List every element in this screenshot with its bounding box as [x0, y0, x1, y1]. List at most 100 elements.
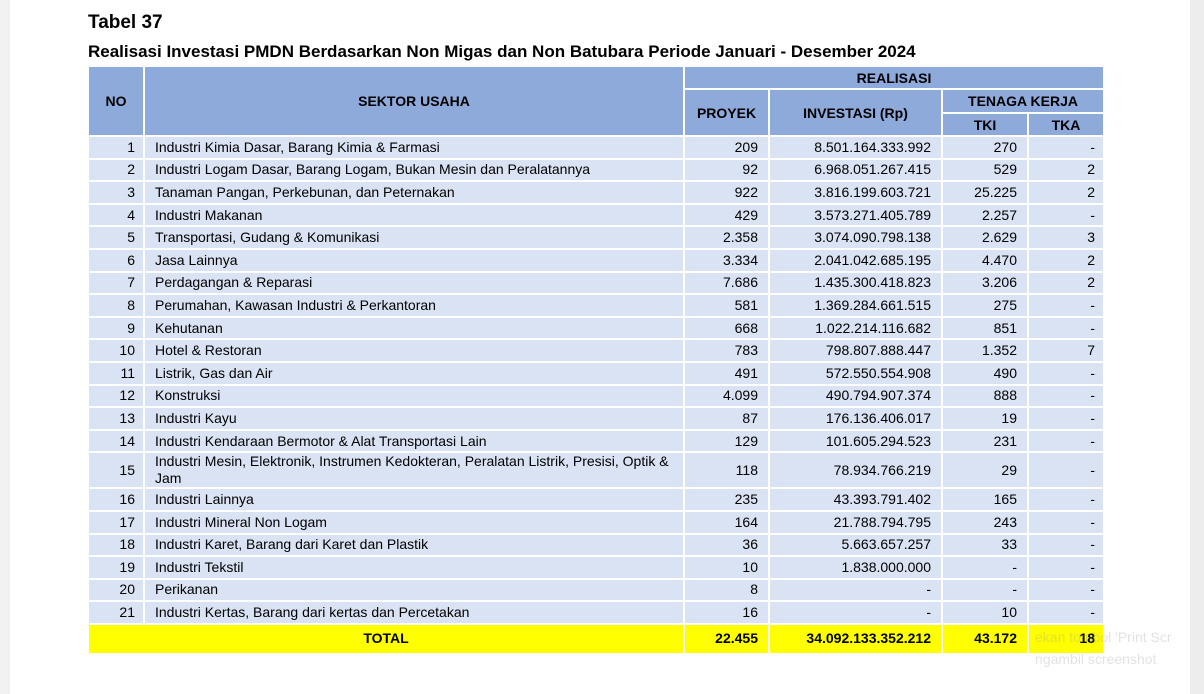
row-no: 9 — [87, 315, 145, 341]
row-tka: - — [1027, 600, 1105, 625]
row-tki: 275 — [941, 293, 1029, 318]
row-tki: 490 — [941, 360, 1029, 386]
row-sektor: Industri Kertas, Barang dari kertas dan … — [143, 600, 685, 625]
row-tka: 3 — [1027, 225, 1105, 250]
row-investasi: 21.788.794.795 — [768, 509, 943, 535]
table-row: 15 Industri Mesin, Elektronik, Instrumen … — [87, 451, 1105, 490]
row-investasi: 1.369.284.661.515 — [768, 293, 943, 318]
row-investasi: 43.393.791.402 — [768, 487, 943, 512]
row-no: 5 — [87, 225, 145, 250]
table-row: 2 Industri Logam Dasar, Barang Logam, Buk… — [87, 157, 1105, 183]
row-sektor: Industri Tekstil — [143, 555, 685, 580]
table-row: 16 Industri Lainnya 235 43.393.791.402 165- — [87, 487, 1105, 512]
table-body: 1 Industri Kimia Dasar, Barang Kimia & Fa… — [87, 135, 1105, 625]
table-number: Tabel 37 — [88, 12, 163, 33]
table-row: 3 Tanaman Pangan, Perkebunan, dan Peterna… — [87, 180, 1105, 205]
total-label: TOTAL — [87, 622, 685, 655]
row-tka: - — [1027, 509, 1105, 535]
row-sektor: Industri Logam Dasar, Barang Logam, Buka… — [143, 157, 685, 183]
header-no: NO — [87, 65, 145, 137]
row-investasi: 176.136.406.017 — [768, 406, 943, 431]
row-proyek: 36 — [683, 532, 770, 558]
row-proyek: 129 — [683, 428, 770, 454]
row-sektor: Perumahan, Kawasan Industri & Perkantora… — [143, 293, 685, 318]
row-no: 2 — [87, 157, 145, 183]
table-row: 4 Industri Makanan 429 3.573.271.405.789 2.2… — [87, 202, 1105, 228]
row-proyek: 429 — [683, 202, 770, 228]
row-no: 4 — [87, 202, 145, 228]
row-tki: 10 — [941, 600, 1029, 625]
watermark-line: ekan tombol 'Print Scr — [1035, 629, 1172, 645]
row-tka: - — [1027, 406, 1105, 431]
row-no: 19 — [87, 555, 145, 580]
row-tki: 1.352 — [941, 338, 1029, 363]
table-row: 9 Kehutanan 668 1.022.214.116.682 851- — [87, 315, 1105, 341]
row-proyek: 581 — [683, 293, 770, 318]
row-tki: 25.225 — [941, 180, 1029, 205]
row-tka: - — [1027, 428, 1105, 454]
row-tka: - — [1027, 202, 1105, 228]
row-sektor: Industri Mesin, Elektronik, Instrumen Ke… — [143, 451, 685, 490]
row-no: 15 — [87, 451, 145, 490]
total-row: TOTAL 22.455 34.092.133.352.212 43.172 1… — [87, 622, 1105, 655]
row-tki: 529 — [941, 157, 1029, 183]
table-row: 1 Industri Kimia Dasar, Barang Kimia & Fa… — [87, 135, 1105, 160]
row-sektor: Industri Lainnya — [143, 487, 685, 512]
row-tka: - — [1027, 360, 1105, 386]
row-proyek: 3.334 — [683, 247, 770, 273]
row-investasi: - — [768, 577, 943, 603]
table-row: 6 Jasa Lainnya 3.334 2.041.042.685.195 4.470… — [87, 247, 1105, 273]
row-proyek: 7.686 — [683, 270, 770, 296]
row-sektor: Industri Mineral Non Logam — [143, 509, 685, 535]
row-tki: 2.257 — [941, 202, 1029, 228]
row-no: 7 — [87, 270, 145, 296]
row-no: 20 — [87, 577, 145, 603]
row-tka: - — [1027, 293, 1105, 318]
row-sektor: Perikanan — [143, 577, 685, 603]
row-no: 6 — [87, 247, 145, 273]
row-no: 10 — [87, 338, 145, 363]
row-investasi: 572.550.554.908 — [768, 360, 943, 386]
row-proyek: 4.099 — [683, 383, 770, 409]
row-proyek: 16 — [683, 600, 770, 625]
total-investasi: 34.092.133.352.212 — [768, 622, 943, 655]
table-row: 7 Perdagangan & Reparasi 7.686 1.435.300.41… — [87, 270, 1105, 296]
row-investasi: 3.074.090.798.138 — [768, 225, 943, 250]
row-tki: 33 — [941, 532, 1029, 558]
row-proyek: 164 — [683, 509, 770, 535]
row-investasi: 1.435.300.418.823 — [768, 270, 943, 296]
row-investasi: 78.934.766.219 — [768, 451, 943, 490]
row-proyek: 8 — [683, 577, 770, 603]
row-investasi: 1.022.214.116.682 — [768, 315, 943, 341]
table-row: 14 Industri Kendaraan Bermotor & Alat Tra… — [87, 428, 1105, 454]
row-investasi: 3.816.199.603.721 — [768, 180, 943, 205]
row-sektor: Industri Kayu — [143, 406, 685, 431]
row-tka: - — [1027, 135, 1105, 160]
row-no: 3 — [87, 180, 145, 205]
row-sektor: Listrik, Gas dan Air — [143, 360, 685, 386]
row-tki: 2.629 — [941, 225, 1029, 250]
row-tki: 851 — [941, 315, 1029, 341]
row-proyek: 922 — [683, 180, 770, 205]
row-tka: 2 — [1027, 270, 1105, 296]
table-row: 12 Konstruksi 4.099 490.794.907.374 888- — [87, 383, 1105, 409]
row-tki: 29 — [941, 451, 1029, 490]
row-tki: 165 — [941, 487, 1029, 512]
header-realisasi: REALISASI — [683, 65, 1105, 90]
table-title: Realisasi Investasi PMDN Berdasarkan Non… — [88, 42, 916, 61]
row-investasi: 8.501.164.333.992 — [768, 135, 943, 160]
row-sektor: Industri Karet, Barang dari Karet dan Pl… — [143, 532, 685, 558]
row-investasi: 2.041.042.685.195 — [768, 247, 943, 273]
header-proyek: PROYEK — [683, 88, 770, 137]
row-sektor: Kehutanan — [143, 315, 685, 341]
row-tka: - — [1027, 383, 1105, 409]
row-tki: 243 — [941, 509, 1029, 535]
row-sektor: Perdagangan & Reparasi — [143, 270, 685, 296]
row-proyek: 10 — [683, 555, 770, 580]
row-tki: 270 — [941, 135, 1029, 160]
row-investasi: 5.663.657.257 — [768, 532, 943, 558]
row-tka: - — [1027, 451, 1105, 490]
row-tka: - — [1027, 315, 1105, 341]
row-tka: 2 — [1027, 180, 1105, 205]
row-sektor: Industri Kendaraan Bermotor & Alat Trans… — [143, 428, 685, 454]
